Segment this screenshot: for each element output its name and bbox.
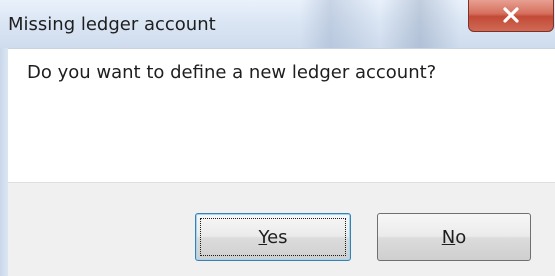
window-frame-left	[0, 48, 8, 276]
dialog-window: Missing ledger account Do you want to de…	[0, 0, 555, 276]
no-button[interactable]: No	[377, 213, 531, 261]
window-title: Missing ledger account	[8, 14, 216, 35]
close-button[interactable]	[468, 0, 554, 32]
yes-label-rest: es	[267, 226, 288, 248]
no-button-label: No	[442, 227, 466, 248]
yes-mnemonic: Y	[258, 226, 268, 248]
no-label-rest: o	[455, 226, 467, 248]
no-mnemonic: N	[441, 226, 456, 248]
close-icon	[469, 0, 553, 31]
title-bar[interactable]: Missing ledger account	[0, 0, 555, 48]
button-area: Yes No	[8, 182, 555, 276]
yes-button-label: Yes	[258, 227, 287, 248]
message-text: Do you want to define a new ledger accou…	[27, 62, 437, 83]
yes-button[interactable]: Yes	[195, 213, 351, 261]
